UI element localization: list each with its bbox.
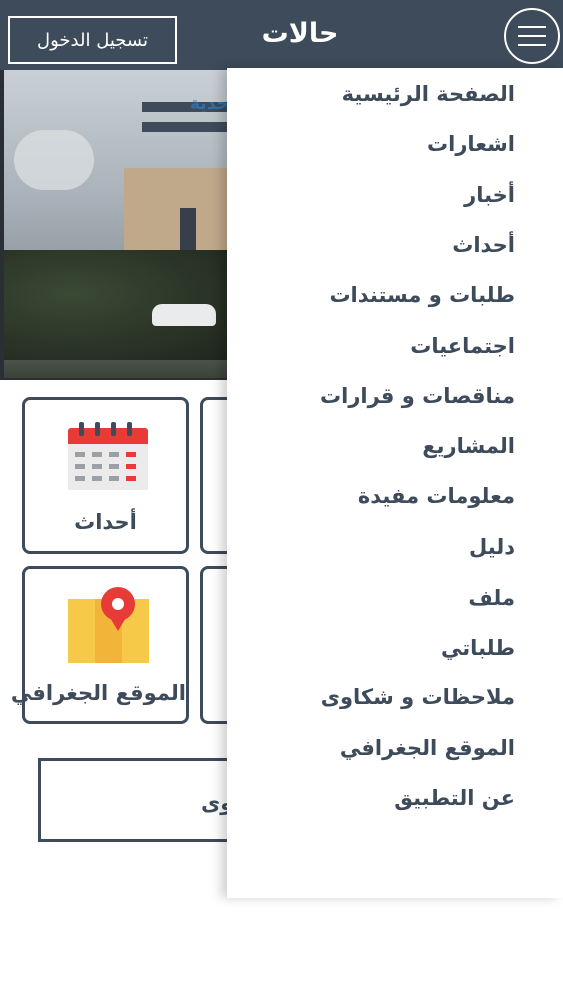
top-bar: تسجيل الدخول حالات xyxy=(0,0,563,70)
app-title: حالات xyxy=(261,18,339,49)
drawer-item-feedback[interactable]: ملاحظات و شكاوى xyxy=(321,685,515,709)
calendar-cell xyxy=(126,452,136,457)
drawer-item-useful-info[interactable]: معلومات مفيدة xyxy=(358,484,515,508)
calendar-cell xyxy=(126,464,136,469)
drawer-item-location[interactable]: الموقع الجغرافي xyxy=(340,736,515,760)
drawer-item-projects[interactable]: المشاريع xyxy=(422,434,515,458)
drawer-item-about[interactable]: عن التطبيق xyxy=(394,786,515,810)
drawer-item-tenders[interactable]: مناقصات و قرارات xyxy=(320,384,515,408)
logo-bar xyxy=(142,122,232,132)
calendar-cell xyxy=(92,476,102,481)
calendar-cell xyxy=(92,452,102,457)
nav-drawer: الصفحة الرئيسية اشعارات أخبار أحداث طلبا… xyxy=(227,68,563,898)
menu-line xyxy=(518,26,546,28)
map-icon xyxy=(68,599,95,663)
calendar-cell xyxy=(75,452,85,457)
calendar-cell xyxy=(109,464,119,469)
calendar-ring xyxy=(79,422,84,436)
menu-line xyxy=(518,35,546,37)
hamburger-icon[interactable] xyxy=(504,8,560,64)
calendar-ring xyxy=(127,422,132,436)
banner-logo-text: حدية xyxy=(190,94,229,114)
drawer-item-events[interactable]: أحداث xyxy=(452,233,515,257)
calendar-cell xyxy=(92,464,102,469)
banner-cloud xyxy=(14,130,94,190)
tile-map-label: الموقع الجغرافي xyxy=(10,681,186,705)
drawer-item-profile[interactable]: ملف xyxy=(468,586,515,610)
drawer-item-notifications[interactable]: اشعارات xyxy=(427,132,515,156)
tile-events-label: أحداث xyxy=(74,510,137,534)
calendar-cell xyxy=(75,464,85,469)
drawer-item-requests[interactable]: طلبات و مستندات xyxy=(329,283,515,307)
banner-car xyxy=(152,304,216,326)
drawer-item-directory[interactable]: دليل xyxy=(469,535,515,559)
calendar-cell xyxy=(109,452,119,457)
map-pin-dot xyxy=(112,598,124,610)
drawer-item-news[interactable]: أخبار xyxy=(464,183,515,207)
tile-events[interactable]: أحداث xyxy=(22,397,189,554)
calendar-ring xyxy=(111,422,116,436)
menu-line xyxy=(518,44,546,46)
calendar-ring xyxy=(95,422,100,436)
drawer-item-home[interactable]: الصفحة الرئيسية xyxy=(342,82,515,106)
calendar-cell xyxy=(75,476,85,481)
drawer-item-my-requests[interactable]: طلباتي xyxy=(441,636,515,660)
drawer-item-social[interactable]: اجتماعيات xyxy=(410,334,515,358)
tile-map[interactable]: الموقع الجغرافي xyxy=(10,566,189,724)
login-button[interactable]: تسجيل الدخول xyxy=(8,16,177,64)
calendar-cell xyxy=(109,476,119,481)
calendar-cell xyxy=(126,476,136,481)
app-screen: تسجيل الدخول حالات حدية أحداث الموقع الج… xyxy=(0,0,563,1000)
